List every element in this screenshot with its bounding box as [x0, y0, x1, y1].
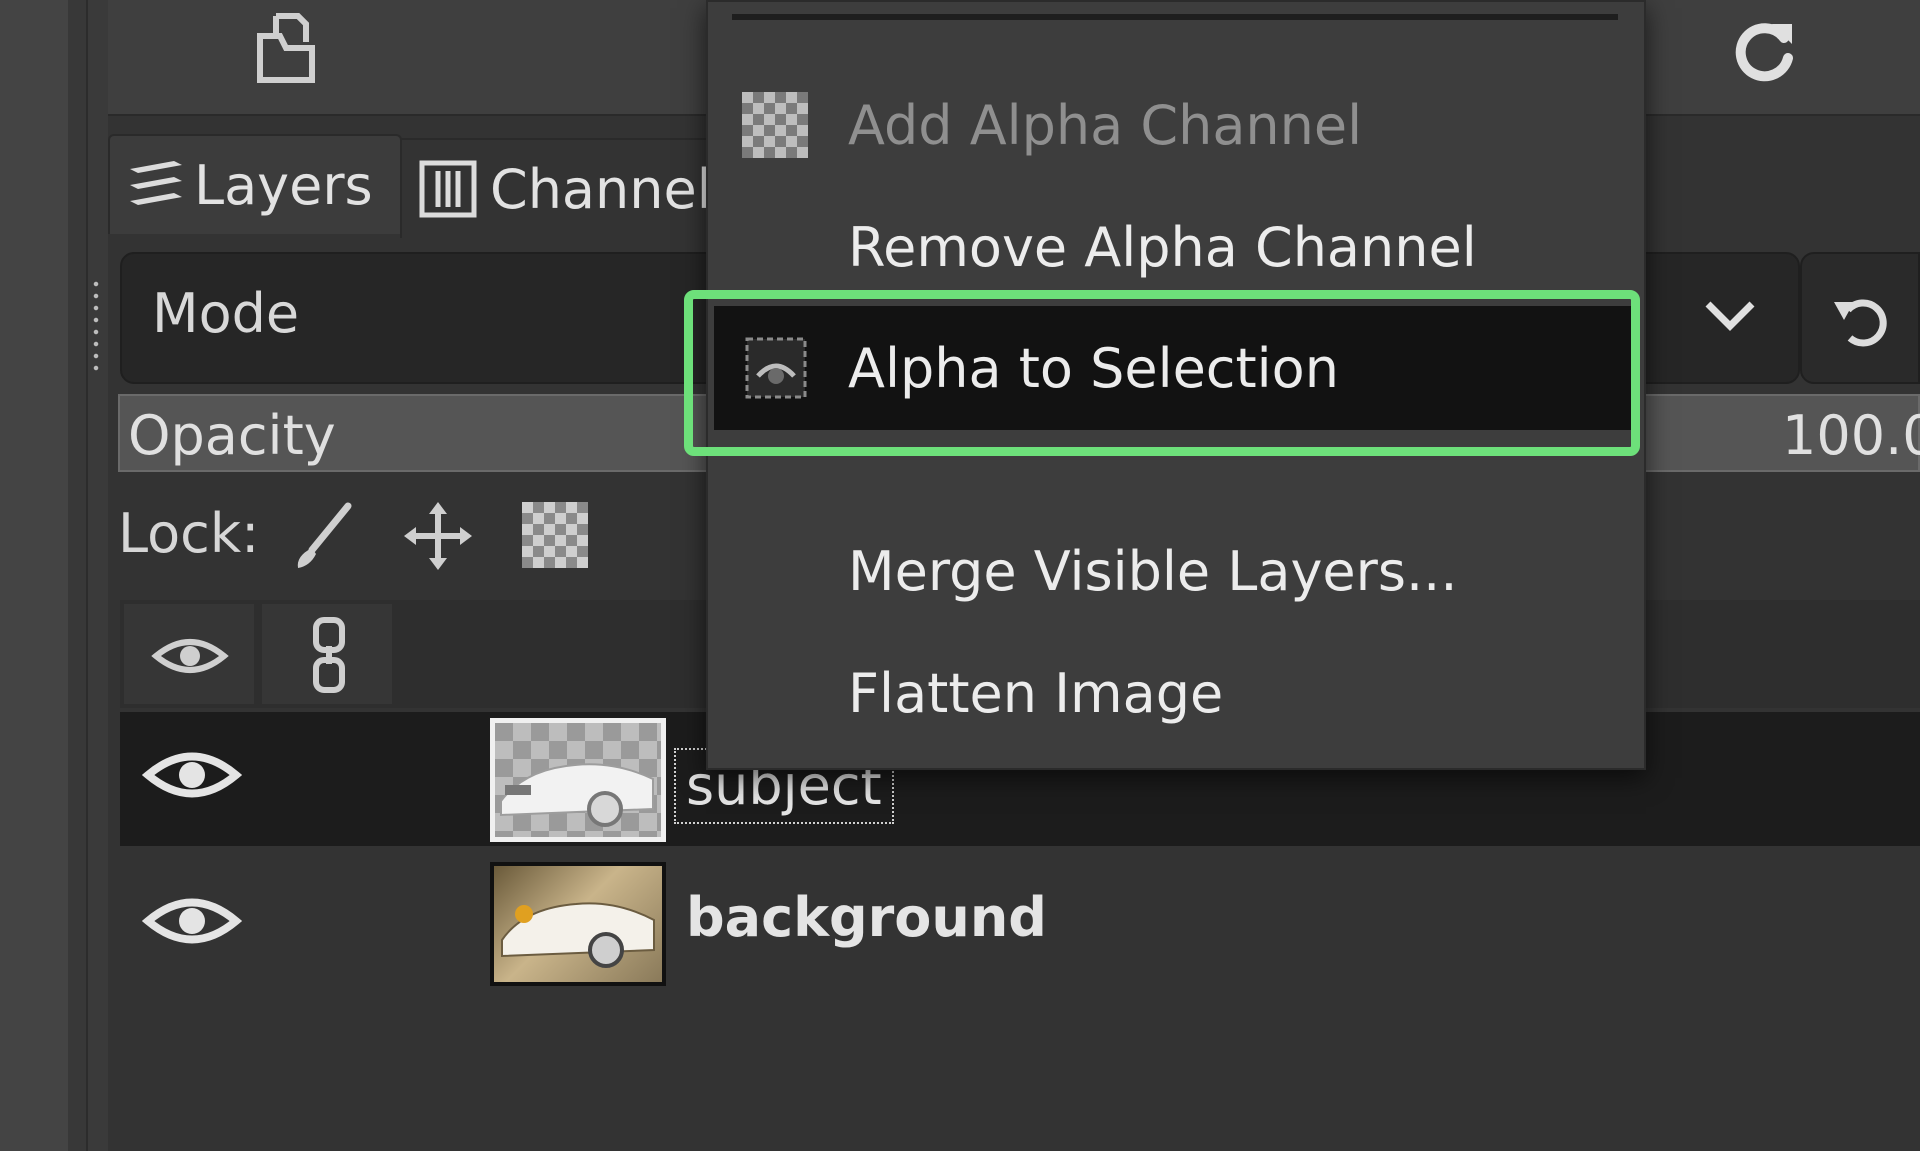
highlight-annotation-box	[684, 290, 1640, 456]
layer-thumbnail-subject[interactable]	[490, 718, 666, 842]
left-gutter	[0, 0, 68, 1151]
chain-link-icon	[313, 617, 345, 693]
tab-channels-label: Channel	[490, 157, 712, 221]
reset-icon	[1834, 299, 1887, 347]
lock-position-icon[interactable]	[402, 500, 474, 572]
mode-label: Mode	[152, 282, 300, 345]
visibility-column-header[interactable]	[124, 604, 254, 704]
menu-item-merge-visible-layers[interactable]: Merge Visible Layers...	[706, 516, 1642, 626]
chevron-down-icon[interactable]	[1700, 286, 1760, 346]
menu-item-label: Add Alpha Channel	[848, 93, 1363, 157]
menu-separator	[732, 14, 1618, 20]
tab-layers-label: Layers	[194, 153, 373, 217]
eye-icon[interactable]	[141, 886, 243, 956]
layer-thumbnail-background[interactable]	[490, 862, 666, 986]
menu-item-label: Merge Visible Layers...	[848, 539, 1458, 603]
lock-pixels-icon[interactable]	[290, 500, 360, 572]
redo-icon[interactable]	[1726, 10, 1806, 90]
lock-label: Lock:	[118, 502, 260, 565]
eye-icon	[151, 639, 229, 673]
menu-item-add-alpha-channel[interactable]: Add Alpha Channel	[706, 70, 1642, 180]
open-document-icon[interactable]	[246, 8, 326, 88]
left-gutter-divider[interactable]	[68, 0, 88, 1151]
eye-icon[interactable]	[141, 740, 243, 810]
dock-grip-handle[interactable]	[92, 278, 100, 374]
lock-alpha-icon[interactable]	[522, 502, 588, 568]
opacity-value[interactable]: 100.0	[1782, 404, 1920, 467]
dock-edge	[88, 0, 108, 1151]
menu-item-remove-alpha-channel[interactable]: Remove Alpha Channel	[706, 192, 1642, 302]
tab-channels[interactable]: Channel	[400, 138, 720, 238]
reset-mode-button[interactable]	[1800, 252, 1920, 384]
checkerboard-icon	[742, 92, 808, 158]
menu-item-label: Remove Alpha Channel	[848, 215, 1477, 279]
tab-layers[interactable]: Layers	[108, 134, 402, 234]
opacity-label: Opacity	[128, 404, 336, 467]
link-column-header[interactable]	[262, 604, 392, 704]
layer-name-background[interactable]: background	[686, 886, 1047, 949]
layers-icon	[130, 161, 182, 205]
menu-item-label: Flatten Image	[848, 661, 1224, 725]
menu-item-flatten-image[interactable]: Flatten Image	[706, 638, 1642, 748]
channels-icon	[419, 160, 477, 218]
